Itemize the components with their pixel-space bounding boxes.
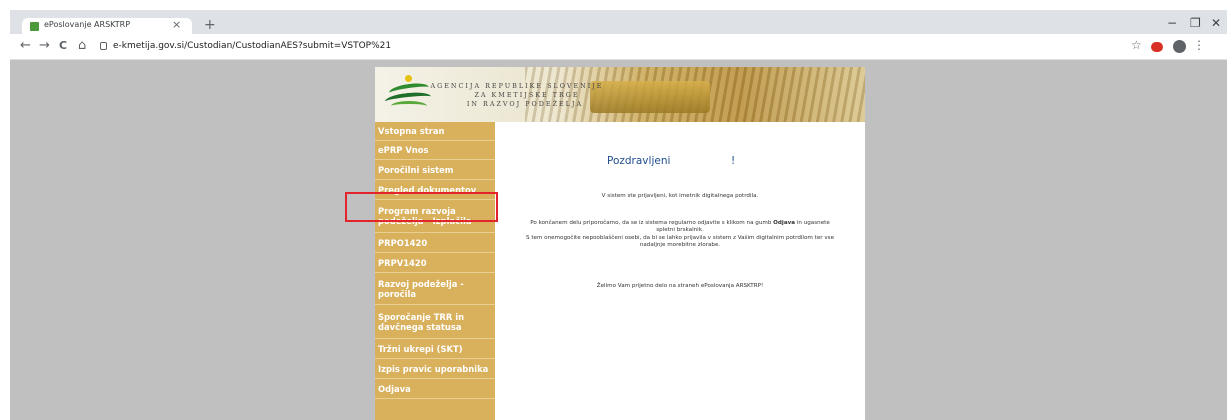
- forward-icon[interactable]: →: [39, 39, 50, 53]
- browser-menu-icon[interactable]: ⋮: [1193, 38, 1205, 52]
- closing-text: Želimo Vam prijetno delo na straneh ePos…: [596, 283, 764, 289]
- header-banner: AGENCIJA REPUBLIKE SLOVENIJE ZA KMETIJSK…: [375, 67, 865, 122]
- greeting-exclamation: !: [731, 155, 736, 167]
- advice-part-1: Po končanem delu priporočamo, da se iz s…: [530, 220, 772, 226]
- tab-title: ePoslovanje ARSKTRP: [44, 20, 131, 29]
- sidebar-item-eprp-vnos[interactable]: ePRP Vnos: [375, 141, 495, 160]
- sidebar-item-sporocanje-trr[interactable]: Sporočanje TRR in davčnega statusa: [375, 305, 495, 339]
- site-container: AGENCIJA REPUBLIKE SLOVENIJE ZA KMETIJSK…: [375, 67, 865, 420]
- main-content: Pozdravljeni ! V sistem ste prijavljeni,…: [495, 122, 865, 420]
- sidebar-item-izpis-pravic[interactable]: Izpis pravic uporabnika: [375, 359, 495, 379]
- lock-icon: [100, 42, 107, 50]
- security-advice-text: S tem onemogočite nepooblaščeni osebi, d…: [525, 235, 835, 248]
- extension-icon[interactable]: [1151, 42, 1163, 52]
- logo-hill-icon: [391, 101, 427, 111]
- restore-icon[interactable]: ❐: [1190, 16, 1201, 30]
- new-tab-icon[interactable]: +: [204, 18, 216, 32]
- close-tab-icon[interactable]: ×: [172, 18, 181, 31]
- tab-strip: ePoslovanje ARSKTRP × + − ❐ ✕: [10, 10, 1227, 34]
- close-window-icon[interactable]: ✕: [1211, 16, 1221, 30]
- greeting-heading: Pozdravljeni: [607, 155, 671, 167]
- home-icon[interactable]: ⌂: [78, 39, 86, 53]
- logo-sun-icon: [405, 75, 412, 82]
- bookmark-star-icon[interactable]: ☆: [1131, 38, 1142, 52]
- sidebar-item-prpo1420[interactable]: PRPO1420: [375, 233, 495, 253]
- agency-name-line3: IN RAZVOJ PODEŽELJA: [466, 100, 584, 108]
- sidebar-item-odjava[interactable]: Odjava: [375, 379, 495, 399]
- odjava-emphasis: Odjava: [773, 220, 796, 226]
- sidebar-item-porocilni-sistem[interactable]: Poročilni sistem: [375, 160, 495, 180]
- sidebar-item-vstopna-stran[interactable]: Vstopna stran: [375, 122, 495, 141]
- sidebar-item-razvoj-podezelja[interactable]: Razvoj podeželja - poročila: [375, 273, 495, 305]
- sidebar-item-prpv1420[interactable]: PRPV1420: [375, 253, 495, 273]
- site-favicon-icon: [30, 22, 39, 31]
- agency-name-line2: ZA KMETIJSKE TRGE: [474, 91, 580, 99]
- sidebar-nav: Vstopna stran ePRP Vnos Poročilni sistem…: [375, 122, 495, 420]
- browser-tab[interactable]: ePoslovanje ARSKTRP ×: [22, 18, 192, 34]
- page-viewport: AGENCIJA REPUBLIKE SLOVENIJE ZA KMETIJSK…: [10, 60, 1227, 420]
- reload-icon[interactable]: C: [59, 39, 67, 53]
- agency-name-line1: AGENCIJA REPUBLIKE SLOVENIJE: [430, 82, 604, 90]
- back-icon[interactable]: ←: [20, 39, 31, 53]
- minimize-icon[interactable]: −: [1167, 16, 1177, 30]
- sidebar-item-trzni-ukrepi[interactable]: Tržni ukrepi (SKT): [375, 339, 495, 359]
- highlight-box: [345, 192, 498, 222]
- logout-advice-text: Po končanem delu priporočamo, da se iz s…: [495, 220, 865, 234]
- profile-avatar-icon[interactable]: [1173, 40, 1186, 53]
- url-text: e-kmetija.gov.si/Custodian/CustodianAES?…: [113, 41, 392, 51]
- browser-toolbar: ← → C ⌂ e-kmetija.gov.si/Custodian/Custo…: [10, 34, 1227, 60]
- login-info-text: V sistem ste prijavljeni, kot imetnik di…: [601, 193, 759, 199]
- address-bar[interactable]: e-kmetija.gov.si/Custodian/CustodianAES?…: [97, 39, 1187, 55]
